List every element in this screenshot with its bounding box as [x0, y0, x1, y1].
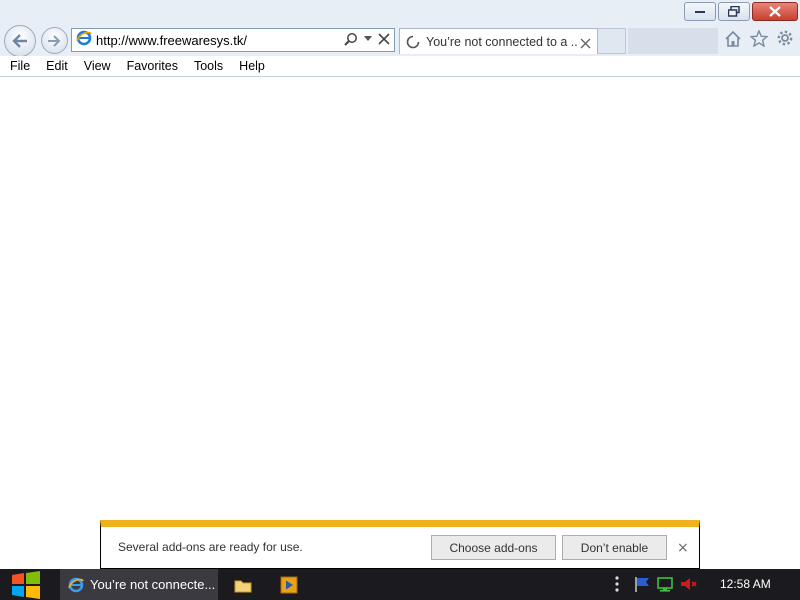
address-bar[interactable] [71, 28, 395, 52]
menu-bar: File Edit View Favorites Tools Help [0, 56, 800, 77]
internet-explorer-icon [76, 30, 92, 50]
action-center-flag-icon[interactable] [633, 575, 651, 593]
tab-close-button[interactable] [580, 34, 591, 53]
menu-file[interactable]: File [10, 59, 30, 73]
menu-view[interactable]: View [84, 59, 111, 73]
page-content [0, 77, 800, 569]
new-tab-button[interactable] [598, 28, 626, 54]
volume-muted-icon[interactable] [679, 575, 697, 593]
window-caption-buttons [684, 2, 798, 21]
internet-explorer-icon [68, 577, 84, 593]
address-tools [344, 32, 390, 46]
stop-button[interactable] [378, 33, 390, 45]
network-icon[interactable] [656, 575, 674, 593]
dont-enable-button[interactable]: Don’t enable [562, 535, 667, 560]
star-icon[interactable] [750, 29, 768, 47]
tab-label: You’re not connected to a ... [426, 34, 578, 49]
minimize-icon [695, 10, 705, 13]
minimize-button[interactable] [684, 2, 716, 21]
loading-spinner-icon [406, 35, 420, 49]
forward-button[interactable] [41, 27, 68, 54]
media-player-button[interactable] [278, 574, 300, 596]
menu-tools[interactable]: Tools [194, 59, 223, 73]
file-explorer-button[interactable] [232, 574, 254, 596]
notification-bar: Several add-ons are ready for use. Choos… [100, 520, 700, 569]
chevron-down-icon[interactable] [364, 36, 372, 42]
tray-overflow-icon[interactable] [613, 575, 621, 593]
media-player-icon [280, 576, 298, 594]
restore-icon [728, 6, 740, 17]
close-icon [378, 33, 390, 45]
browser-chrome: You’re not connected to a ... [0, 0, 800, 57]
folder-icon [234, 580, 252, 592]
notification-close-button[interactable]: × [677, 541, 689, 555]
taskbar: You’re not connecte... 12:58 AM [0, 569, 800, 600]
address-input[interactable] [96, 32, 336, 48]
search-icon[interactable] [344, 32, 358, 46]
close-window-button[interactable] [752, 2, 798, 21]
browser-window: You’re not connected to a ... File Edit … [0, 0, 800, 569]
forward-arrow-icon [48, 34, 61, 47]
taskbar-ie-button[interactable]: You’re not connecte... [60, 569, 218, 600]
back-arrow-icon [12, 34, 27, 48]
notification-message: Several add-ons are ready for use. [118, 540, 303, 554]
home-icon[interactable] [724, 30, 742, 47]
close-icon [580, 38, 591, 49]
tab-strip-empty [628, 28, 718, 54]
gear-icon[interactable] [776, 29, 794, 47]
command-icons [724, 29, 794, 47]
windows-logo-icon [12, 570, 40, 599]
menu-favorites[interactable]: Favorites [127, 59, 178, 73]
start-button[interactable] [8, 569, 44, 600]
menu-edit[interactable]: Edit [46, 59, 68, 73]
menu-help[interactable]: Help [239, 59, 265, 73]
back-button[interactable] [4, 25, 36, 57]
taskbar-clock: 12:58 AM [720, 577, 771, 591]
tab-active[interactable]: You’re not connected to a ... [399, 28, 598, 54]
taskbar-ie-label: You’re not connecte... [90, 577, 216, 592]
restore-button[interactable] [718, 2, 750, 21]
close-icon [769, 6, 781, 17]
choose-addons-button[interactable]: Choose add-ons [431, 535, 556, 560]
